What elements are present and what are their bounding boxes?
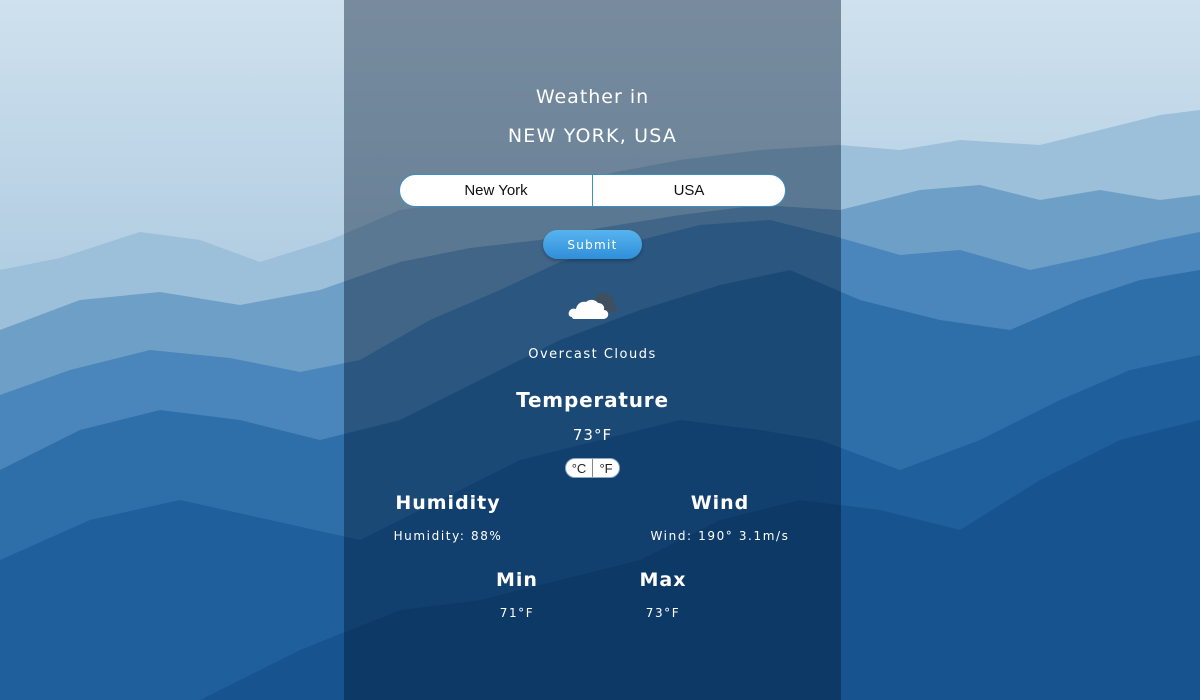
fahrenheit-button[interactable]: °F [593, 459, 619, 477]
celsius-button[interactable]: °C [566, 459, 592, 477]
max-value: 73°F [645, 606, 681, 620]
wind-value: Wind: 190° 3.1m/s [650, 529, 790, 543]
title-line-1: Weather in [535, 86, 650, 108]
weather-description: Overcast Clouds [528, 347, 657, 362]
humidity-value: Humidity: 88% [393, 529, 503, 543]
temperature-value: 73°F [572, 426, 613, 444]
location-form [399, 174, 786, 207]
humidity-heading: Humidity [395, 492, 501, 514]
city-input[interactable] [400, 175, 592, 206]
cloud-icon [568, 292, 618, 319]
temperature-heading: Temperature [516, 388, 669, 412]
min-heading: Min [496, 569, 538, 591]
wind-heading: Wind [690, 492, 750, 514]
location-title: NEW YORK, USA [507, 125, 678, 147]
min-value: 71°F [499, 606, 535, 620]
max-heading: Max [639, 569, 687, 591]
country-input[interactable] [593, 175, 785, 206]
submit-button[interactable]: Submit [543, 230, 642, 259]
unit-toggle: °C °F [565, 458, 620, 478]
